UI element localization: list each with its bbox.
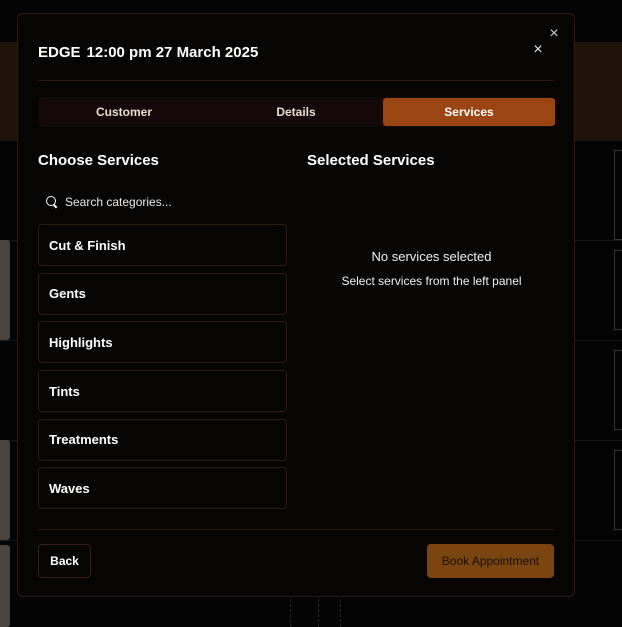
search-icon [46, 196, 58, 208]
appointment-datetime: 12:00 pm 27 March 2025 [86, 43, 259, 61]
back-button[interactable]: Back [38, 544, 91, 578]
selected-services-title: Selected Services [307, 152, 435, 169]
close-icon[interactable]: × [546, 26, 562, 42]
calendar-appointment-card[interactable] [0, 440, 10, 540]
empty-state-subtitle: Select services from the left panel [341, 274, 522, 288]
calendar-appointment-card[interactable] [614, 150, 622, 240]
empty-state-title: No services selected [371, 249, 492, 264]
calendar-appointment-card[interactable] [614, 450, 622, 530]
category-waves[interactable]: Waves [38, 467, 287, 510]
category-search [38, 190, 287, 214]
booking-modal: × EDGE 12:00 pm 27 March 2025 × Customer… [17, 13, 575, 597]
calendar-appointment-card[interactable] [0, 545, 10, 627]
category-treatments[interactable]: Treatments [38, 418, 287, 461]
salon-name: EDGE [38, 43, 81, 61]
header-divider [38, 80, 554, 81]
tab-services[interactable]: Services [383, 98, 555, 126]
choose-services-title: Choose Services [38, 152, 159, 169]
calendar-appointment-card[interactable] [614, 350, 622, 430]
close-modal-icon[interactable]: × [530, 42, 546, 58]
calendar-appointment-card[interactable] [0, 240, 10, 340]
search-input[interactable] [65, 195, 275, 209]
book-appointment-button[interactable]: Book Appointment [427, 544, 554, 578]
modal-header: EDGE 12:00 pm 27 March 2025 [38, 42, 258, 62]
category-tints[interactable]: Tints [38, 370, 287, 413]
step-tabs: Customer Details Services [38, 97, 556, 127]
category-list: Cut & Finish Gents Highlights Tints Trea… [38, 224, 287, 516]
tab-details[interactable]: Details [210, 97, 382, 127]
category-highlights[interactable]: Highlights [38, 321, 287, 364]
tab-customer[interactable]: Customer [38, 97, 210, 127]
footer-divider [38, 529, 554, 530]
category-cut-finish[interactable]: Cut & Finish [38, 224, 287, 266]
category-gents[interactable]: Gents [38, 272, 287, 315]
calendar-appointment-card[interactable] [614, 250, 622, 330]
